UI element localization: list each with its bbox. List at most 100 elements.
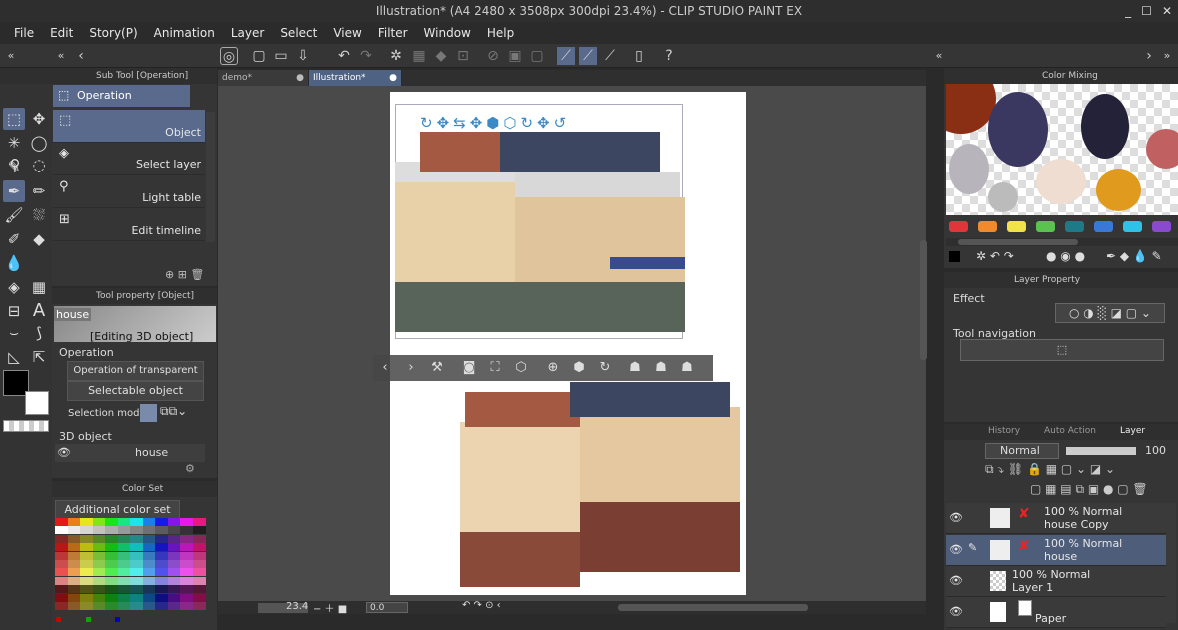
redo-icon[interactable]: ↷ [357, 47, 375, 65]
color-swatch[interactable] [55, 560, 68, 568]
color-swatch[interactable] [80, 568, 93, 577]
color-swatch[interactable] [167, 518, 181, 526]
color-swatch[interactable] [80, 585, 93, 594]
color-swatch[interactable] [180, 551, 193, 560]
color-swatch[interactable] [130, 551, 143, 560]
color-swatch[interactable] [130, 560, 143, 568]
color-swatch[interactable] [155, 551, 168, 560]
help-icon[interactable]: ? [660, 47, 678, 65]
layer-scrollbar[interactable] [1166, 503, 1176, 623]
color-swatch[interactable] [167, 560, 181, 568]
color-swatch[interactable] [155, 518, 168, 526]
chevron-left-icon[interactable]: ‹ [72, 47, 90, 65]
color-swatch[interactable] [67, 543, 81, 552]
selectable-object-select[interactable]: Selectable object [67, 381, 204, 401]
color-swatch[interactable] [192, 518, 206, 526]
color-swatch[interactable] [117, 576, 131, 585]
rotation-field[interactable]: 0.0 [366, 602, 408, 613]
color-swatch[interactable] [167, 543, 181, 552]
deselect-icon[interactable]: ⊘ [484, 47, 502, 65]
color-swatch[interactable] [117, 593, 131, 602]
pen-tool-icon[interactable]: ✒ [3, 180, 25, 202]
color-swatch[interactable] [92, 534, 106, 543]
launcher-fit-icon[interactable]: ⛶ [485, 358, 505, 378]
color-swatch[interactable] [155, 526, 168, 535]
gradient-icon[interactable]: ▦ [28, 276, 50, 298]
color-swatch[interactable] [80, 526, 93, 535]
color-swatch[interactable] [180, 576, 193, 585]
current-color-chip[interactable] [949, 251, 960, 262]
layer-row-house-copy[interactable]: 👁 ✘ 100 % Normal house Copy [946, 503, 1166, 534]
layer-action-icons[interactable]: ▢ ▦ ▤ ⧉ ▣ ● ▢ 🗑 [1030, 482, 1148, 497]
subtool-item-select-layer[interactable]: ◈ Select layer [53, 143, 205, 175]
chevron-right-icon[interactable]: › [1140, 47, 1158, 65]
color-swatch[interactable] [117, 551, 131, 560]
color-swatch[interactable] [67, 526, 81, 535]
color-swatch[interactable] [105, 534, 118, 543]
color-swatch[interactable] [92, 526, 106, 535]
blend-tool-icon[interactable]: 💧 [3, 252, 25, 274]
launcher-light3-icon[interactable]: ☗ [677, 358, 697, 378]
color-swatch[interactable] [130, 518, 143, 526]
color-swatch[interactable] [192, 534, 206, 543]
color-swatch[interactable] [167, 568, 181, 577]
eraser-icon[interactable]: ◆ [28, 228, 50, 250]
color-swatch[interactable] [142, 560, 156, 568]
open-file-icon[interactable]: ▭ [272, 47, 290, 65]
color-swatch[interactable] [167, 585, 181, 594]
color-swatch[interactable] [155, 568, 168, 577]
color-swatch[interactable] [80, 602, 93, 610]
visibility-eye-icon[interactable]: 👁 [949, 543, 963, 556]
frame-border-icon[interactable]: ⟆ [28, 322, 50, 344]
3d-manipulator-icons[interactable]: ↻✥⇆✥⬢⬡↻✥↺ [420, 114, 620, 132]
color-swatch[interactable] [92, 543, 106, 552]
lasso-select-icon[interactable]: ◯ [28, 132, 50, 154]
tab-history[interactable]: History [988, 426, 1020, 436]
ruler-icon[interactable]: ◺ [3, 346, 25, 368]
color-swatch[interactable] [142, 534, 156, 543]
snap-special-ruler-icon[interactable]: ⟋ [579, 47, 597, 65]
layer-row-house[interactable]: 👁 ✎ ✘ 100 % Normal house [946, 535, 1166, 566]
maximize-button[interactable]: ☐ [1141, 0, 1152, 22]
color-swatch[interactable] [130, 585, 143, 594]
mixing-palette-swatch[interactable] [1036, 221, 1055, 232]
color-swatch[interactable] [55, 526, 68, 535]
effect-buttons[interactable]: ○ ◑ ░ ◪ ▢ ⌄ [1055, 303, 1165, 323]
color-mixing-canvas[interactable] [946, 84, 1178, 215]
color-swatch[interactable] [130, 543, 143, 552]
brush-tool-icon[interactable]: 🖌 [3, 204, 25, 226]
transform-icon[interactable]: ⊡ [454, 47, 472, 65]
layer-row-layer-1[interactable]: 👁 100 % Normal Layer 1 [946, 566, 1166, 597]
brush-size-icons[interactable]: ● ◉ ● [1046, 249, 1085, 263]
color-swatch[interactable] [105, 576, 118, 585]
color-swatch[interactable] [80, 593, 93, 602]
tab-demo[interactable]: demo* ● [218, 70, 308, 86]
color-swatch[interactable] [67, 551, 81, 560]
mixing-palette-swatch[interactable] [1123, 221, 1142, 232]
palette-scrollbar[interactable] [946, 238, 1178, 246]
launcher-light-icon[interactable]: ☗ [625, 358, 645, 378]
menu-file[interactable]: File [6, 26, 42, 40]
menu-filter[interactable]: Filter [370, 26, 416, 40]
color-swatch[interactable] [67, 534, 81, 543]
clear-icon[interactable]: ▦ [410, 47, 428, 65]
mixing-palette-swatch[interactable] [978, 221, 997, 232]
mixing-palette-swatch[interactable] [1007, 221, 1026, 232]
vertical-scrollbar[interactable] [920, 240, 927, 360]
lasso-icon[interactable]: ◌ [28, 154, 50, 176]
color-swatch[interactable] [92, 518, 106, 526]
color-swatch[interactable] [180, 543, 193, 552]
color-swatch[interactable] [180, 602, 193, 610]
color-swatch[interactable] [92, 593, 106, 602]
move-tool-icon[interactable]: ✥ [28, 108, 50, 130]
color-swatch[interactable] [55, 585, 68, 594]
launcher-reset-icon[interactable]: ↻ [595, 358, 615, 378]
mixing-tool-icons[interactable]: ✒ ◆ 💧 ✎ [1106, 249, 1162, 263]
menu-layer[interactable]: Layer [223, 26, 272, 40]
subtool-item-object[interactable]: ⬚ Object [53, 110, 205, 143]
color-swatch[interactable] [180, 593, 193, 602]
palette-scroll-thumb[interactable] [958, 239, 1078, 245]
launcher-light2-icon[interactable]: ☗ [651, 358, 671, 378]
color-swatch[interactable] [180, 560, 193, 568]
color-swatch[interactable] [192, 576, 206, 585]
